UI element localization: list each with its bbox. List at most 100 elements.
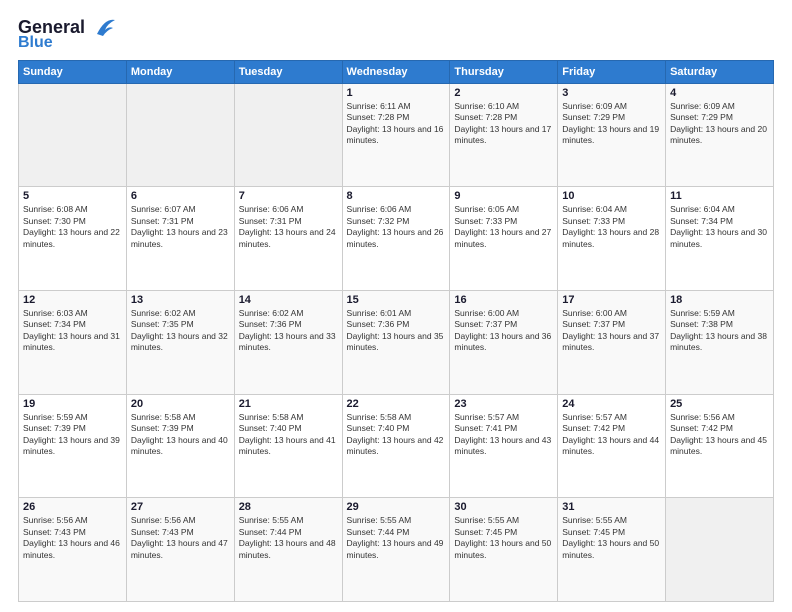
day-number: 3 [562,87,661,99]
day-number: 6 [131,190,230,202]
calendar-cell: 23 Sunrise: 5:57 AMSunset: 7:41 PMDaylig… [450,394,558,498]
calendar: SundayMondayTuesdayWednesdayThursdayFrid… [18,60,774,602]
cell-content: Sunrise: 6:09 AMSunset: 7:29 PMDaylight:… [562,101,659,145]
calendar-cell [19,83,127,187]
calendar-cell: 21 Sunrise: 5:58 AMSunset: 7:40 PMDaylig… [234,394,342,498]
day-number: 4 [670,87,769,99]
day-number: 25 [670,398,769,410]
cell-content: Sunrise: 5:59 AMSunset: 7:38 PMDaylight:… [670,308,767,352]
header: General Blue [18,18,774,52]
calendar-cell: 2 Sunrise: 6:10 AMSunset: 7:28 PMDayligh… [450,83,558,187]
calendar-cell: 29 Sunrise: 5:55 AMSunset: 7:44 PMDaylig… [342,498,450,602]
calendar-cell: 19 Sunrise: 5:59 AMSunset: 7:39 PMDaylig… [19,394,127,498]
cell-content: Sunrise: 5:59 AMSunset: 7:39 PMDaylight:… [23,412,120,456]
cell-content: Sunrise: 6:03 AMSunset: 7:34 PMDaylight:… [23,308,120,352]
cell-content: Sunrise: 6:10 AMSunset: 7:28 PMDaylight:… [454,101,551,145]
cell-content: Sunrise: 5:55 AMSunset: 7:45 PMDaylight:… [454,515,551,559]
day-number: 30 [454,501,553,513]
calendar-cell: 3 Sunrise: 6:09 AMSunset: 7:29 PMDayligh… [558,83,666,187]
calendar-cell: 4 Sunrise: 6:09 AMSunset: 7:29 PMDayligh… [666,83,774,187]
weekday-header-monday: Monday [126,60,234,83]
calendar-cell: 27 Sunrise: 5:56 AMSunset: 7:43 PMDaylig… [126,498,234,602]
cell-content: Sunrise: 6:11 AMSunset: 7:28 PMDaylight:… [347,101,444,145]
day-number: 23 [454,398,553,410]
calendar-cell: 14 Sunrise: 6:02 AMSunset: 7:36 PMDaylig… [234,290,342,394]
calendar-cell: 22 Sunrise: 5:58 AMSunset: 7:40 PMDaylig… [342,394,450,498]
calendar-week-row: 1 Sunrise: 6:11 AMSunset: 7:28 PMDayligh… [19,83,774,187]
cell-content: Sunrise: 6:06 AMSunset: 7:32 PMDaylight:… [347,204,444,248]
calendar-body: 1 Sunrise: 6:11 AMSunset: 7:28 PMDayligh… [19,83,774,601]
calendar-cell [234,83,342,187]
day-number: 14 [239,294,338,306]
calendar-cell: 26 Sunrise: 5:56 AMSunset: 7:43 PMDaylig… [19,498,127,602]
cell-content: Sunrise: 6:06 AMSunset: 7:31 PMDaylight:… [239,204,336,248]
calendar-cell: 13 Sunrise: 6:02 AMSunset: 7:35 PMDaylig… [126,290,234,394]
calendar-cell: 24 Sunrise: 5:57 AMSunset: 7:42 PMDaylig… [558,394,666,498]
cell-content: Sunrise: 5:56 AMSunset: 7:42 PMDaylight:… [670,412,767,456]
day-number: 8 [347,190,446,202]
cell-content: Sunrise: 6:04 AMSunset: 7:33 PMDaylight:… [562,204,659,248]
calendar-week-row: 19 Sunrise: 5:59 AMSunset: 7:39 PMDaylig… [19,394,774,498]
logo-blue: Blue [18,34,53,52]
weekday-header-wednesday: Wednesday [342,60,450,83]
logo: General Blue [18,18,117,52]
day-number: 7 [239,190,338,202]
weekday-header-saturday: Saturday [666,60,774,83]
calendar-cell: 18 Sunrise: 5:59 AMSunset: 7:38 PMDaylig… [666,290,774,394]
day-number: 9 [454,190,553,202]
cell-content: Sunrise: 5:55 AMSunset: 7:44 PMDaylight:… [239,515,336,559]
cell-content: Sunrise: 6:04 AMSunset: 7:34 PMDaylight:… [670,204,767,248]
calendar-cell: 7 Sunrise: 6:06 AMSunset: 7:31 PMDayligh… [234,187,342,291]
calendar-cell: 6 Sunrise: 6:07 AMSunset: 7:31 PMDayligh… [126,187,234,291]
weekday-header-tuesday: Tuesday [234,60,342,83]
day-number: 16 [454,294,553,306]
day-number: 26 [23,501,122,513]
calendar-cell: 5 Sunrise: 6:08 AMSunset: 7:30 PMDayligh… [19,187,127,291]
calendar-cell: 16 Sunrise: 6:00 AMSunset: 7:37 PMDaylig… [450,290,558,394]
day-number: 17 [562,294,661,306]
day-number: 28 [239,501,338,513]
day-number: 22 [347,398,446,410]
cell-content: Sunrise: 5:55 AMSunset: 7:44 PMDaylight:… [347,515,444,559]
day-number: 15 [347,294,446,306]
cell-content: Sunrise: 5:56 AMSunset: 7:43 PMDaylight:… [23,515,120,559]
calendar-week-row: 12 Sunrise: 6:03 AMSunset: 7:34 PMDaylig… [19,290,774,394]
calendar-week-row: 26 Sunrise: 5:56 AMSunset: 7:43 PMDaylig… [19,498,774,602]
cell-content: Sunrise: 6:00 AMSunset: 7:37 PMDaylight:… [562,308,659,352]
page: General Blue SundayMondayTuesdayWednesda… [0,0,792,612]
cell-content: Sunrise: 6:05 AMSunset: 7:33 PMDaylight:… [454,204,551,248]
calendar-cell: 12 Sunrise: 6:03 AMSunset: 7:34 PMDaylig… [19,290,127,394]
day-number: 13 [131,294,230,306]
day-number: 31 [562,501,661,513]
calendar-week-row: 5 Sunrise: 6:08 AMSunset: 7:30 PMDayligh… [19,187,774,291]
day-number: 1 [347,87,446,99]
calendar-cell: 9 Sunrise: 6:05 AMSunset: 7:33 PMDayligh… [450,187,558,291]
calendar-cell: 15 Sunrise: 6:01 AMSunset: 7:36 PMDaylig… [342,290,450,394]
calendar-cell: 28 Sunrise: 5:55 AMSunset: 7:44 PMDaylig… [234,498,342,602]
cell-content: Sunrise: 5:57 AMSunset: 7:41 PMDaylight:… [454,412,551,456]
weekday-header-thursday: Thursday [450,60,558,83]
cell-content: Sunrise: 6:09 AMSunset: 7:29 PMDaylight:… [670,101,767,145]
calendar-cell [126,83,234,187]
day-number: 24 [562,398,661,410]
cell-content: Sunrise: 5:58 AMSunset: 7:39 PMDaylight:… [131,412,228,456]
cell-content: Sunrise: 5:58 AMSunset: 7:40 PMDaylight:… [239,412,336,456]
cell-content: Sunrise: 5:58 AMSunset: 7:40 PMDaylight:… [347,412,444,456]
weekday-header-row: SundayMondayTuesdayWednesdayThursdayFrid… [19,60,774,83]
cell-content: Sunrise: 6:02 AMSunset: 7:35 PMDaylight:… [131,308,228,352]
calendar-cell [666,498,774,602]
calendar-cell: 11 Sunrise: 6:04 AMSunset: 7:34 PMDaylig… [666,187,774,291]
calendar-cell: 17 Sunrise: 6:00 AMSunset: 7:37 PMDaylig… [558,290,666,394]
day-number: 20 [131,398,230,410]
calendar-cell: 31 Sunrise: 5:55 AMSunset: 7:45 PMDaylig… [558,498,666,602]
day-number: 19 [23,398,122,410]
cell-content: Sunrise: 6:01 AMSunset: 7:36 PMDaylight:… [347,308,444,352]
cell-content: Sunrise: 6:02 AMSunset: 7:36 PMDaylight:… [239,308,336,352]
day-number: 18 [670,294,769,306]
day-number: 29 [347,501,446,513]
day-number: 2 [454,87,553,99]
cell-content: Sunrise: 5:56 AMSunset: 7:43 PMDaylight:… [131,515,228,559]
day-number: 27 [131,501,230,513]
logo-bird-icon [87,16,117,38]
weekday-header-sunday: Sunday [19,60,127,83]
